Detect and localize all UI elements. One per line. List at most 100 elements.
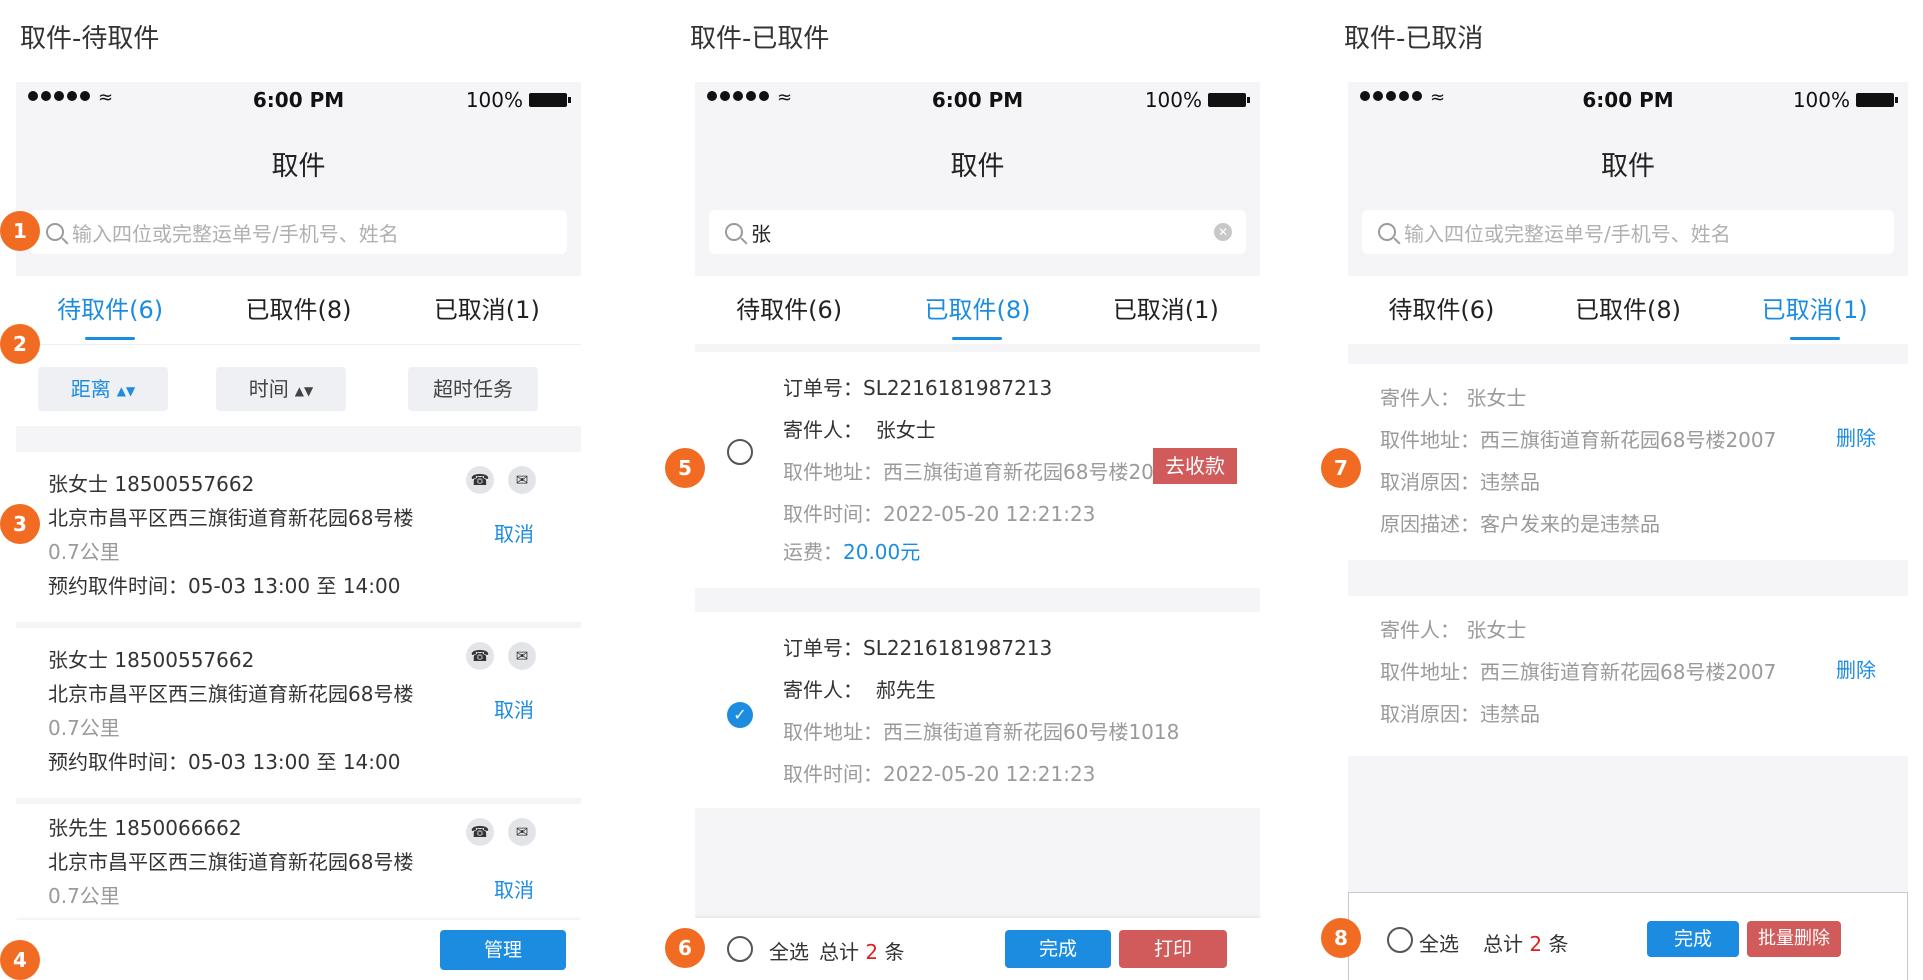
search-value: 张 [751, 221, 771, 246]
search-icon [725, 223, 743, 241]
search-input[interactable]: 输入四位或完整运单号/手机号、姓名 [1362, 210, 1894, 254]
order-sender: 寄件人： 郝先生 [783, 674, 936, 703]
order-address: 取件地址：西三旗街道育新花园68号楼2007 [1380, 660, 1777, 684]
step-badge: 5 [665, 448, 705, 488]
search-input[interactable]: 张 ✕ [709, 210, 1246, 254]
order-address: 取件地址：西三旗街道育新花园60号楼1018 [783, 720, 1180, 744]
order-distance: 0.7公里 [48, 884, 120, 908]
message-icon[interactable]: ✉ [508, 818, 536, 846]
step-badge: 4 [0, 940, 40, 980]
order-contact: 张女士 18500557662 [48, 648, 255, 672]
filter-time-label: 时间 [248, 377, 289, 401]
done-button[interactable]: 完成 [1647, 921, 1739, 957]
order-contact: 张先生 1850066662 [48, 816, 242, 840]
order-address: 北京市昌平区西三旗街道育新花园68号楼 [48, 682, 414, 706]
filter-distance-button[interactable]: 距离 ▲▼ [38, 367, 168, 411]
collect-payment-button[interactable]: 去收款 [1153, 448, 1237, 484]
section-title-picked: 取件-已取件 [690, 24, 830, 54]
tab-bar: 待取件(6) 已取件(8) 已取消(1) [16, 276, 581, 344]
sender-name: 郝先生 [875, 678, 936, 702]
sender-name: 张女士 [875, 418, 936, 442]
total-count: 总计 2 条 [819, 936, 904, 965]
battery-indicator: 100% [1145, 88, 1250, 112]
cancelled-order-card[interactable]: 寄件人： 张女士 取件地址：西三旗街道育新花园68号楼2007 取消原因：违禁品… [1348, 596, 1908, 756]
order-sender: 寄件人： 张女士 [1380, 618, 1527, 642]
tab-picked[interactable]: 已取件(8) [1535, 276, 1722, 344]
step-badge: 7 [1321, 448, 1361, 488]
step-badge: 8 [1321, 918, 1361, 958]
search-icon [1378, 223, 1396, 241]
phone-pending: ≈ 6:00 PM 100% 取件 输入四位或完整运单号/手机号、姓名 待取件(… [16, 82, 581, 980]
batch-delete-button[interactable]: 批量删除 [1747, 921, 1841, 957]
tab-pending[interactable]: 待取件(6) [1348, 276, 1535, 344]
order-select-radio-checked[interactable]: ✓ [727, 702, 753, 728]
phone-cancelled: ≈ 6:00 PM 100% 取件 输入四位或完整运单号/手机号、姓名 待取件(… [1348, 82, 1908, 980]
step-badge: 3 [0, 504, 40, 544]
order-select-radio[interactable] [727, 439, 753, 465]
battery-icon [1208, 93, 1250, 107]
status-bar: ≈ 6:00 PM 100% [695, 82, 1260, 118]
tab-picked[interactable]: 已取件(8) [883, 276, 1071, 344]
total-count: 总计 2 条 [1483, 928, 1568, 957]
filter-timeout-button[interactable]: 超时任务 [408, 367, 538, 411]
search-input[interactable]: 输入四位或完整运单号/手机号、姓名 [30, 210, 567, 254]
cancel-order-button[interactable]: 取消 [494, 518, 534, 547]
bottom-bar: 全选 总计 2 条 完成 批量删除 [1348, 892, 1908, 980]
message-icon[interactable]: ✉ [508, 642, 536, 670]
cancel-order-button[interactable]: 取消 [494, 694, 534, 723]
section-title-cancelled: 取件-已取消 [1344, 24, 1484, 54]
tab-cancelled[interactable]: 已取消(1) [393, 276, 581, 344]
status-bar: ≈ 6:00 PM 100% [16, 82, 581, 118]
order-card[interactable]: ✓ 订单号：SL2216181987213 寄件人： 郝先生 取件地址：西三旗街… [695, 612, 1260, 808]
phone-picked: ≈ 6:00 PM 100% 取件 张 ✕ 待取件(6) 已取件(8) 已取消(… [695, 82, 1260, 980]
order-card[interactable]: 张女士 18500557662 北京市昌平区西三旗街道育新花园68号楼 0.7公… [16, 628, 581, 798]
sort-icon: ▲▼ [294, 383, 314, 398]
order-address: 取件地址：西三旗街道育新花园68号楼2007 [1380, 428, 1777, 452]
tab-pending[interactable]: 待取件(6) [695, 276, 883, 344]
search-placeholder: 输入四位或完整运单号/手机号、姓名 [72, 221, 399, 246]
select-all-radio[interactable] [1387, 927, 1413, 953]
step-badge: 2 [0, 324, 40, 364]
manage-button[interactable]: 管理 [440, 930, 566, 970]
step-badge: 6 [665, 928, 705, 968]
cancel-order-button[interactable]: 取消 [494, 874, 534, 903]
filter-bar: 距离 ▲▼ 时间 ▲▼ 超时任务 [16, 344, 581, 426]
bottom-bar: 管理 [16, 920, 581, 980]
search-icon [46, 223, 64, 241]
select-all-label[interactable]: 全选 [769, 936, 809, 965]
delete-order-button[interactable]: 删除 [1836, 422, 1876, 451]
filter-time-button[interactable]: 时间 ▲▼ [216, 367, 346, 411]
order-distance: 0.7公里 [48, 716, 120, 740]
tab-pending[interactable]: 待取件(6) [16, 276, 204, 344]
done-button[interactable]: 完成 [1005, 930, 1111, 968]
order-card[interactable]: 张女士 18500557662 北京市昌平区西三旗街道育新花园68号楼 0.7公… [16, 452, 581, 622]
order-address: 北京市昌平区西三旗街道育新花园68号楼 [48, 506, 414, 530]
fee-label: 运费： [783, 540, 843, 564]
tab-cancelled[interactable]: 已取消(1) [1072, 276, 1260, 344]
cancel-reason: 取消原因：违禁品 [1380, 470, 1540, 494]
phone-icon[interactable]: ☎ [466, 642, 494, 670]
cancel-description: 原因描述：客户发来的是违禁品 [1380, 512, 1660, 536]
bottom-bar: 全选 总计 2 条 完成 打印 [695, 918, 1260, 980]
print-button[interactable]: 打印 [1119, 930, 1227, 968]
select-all-radio[interactable] [727, 936, 753, 962]
sort-icon: ▲▼ [116, 383, 136, 398]
message-icon[interactable]: ✉ [508, 466, 536, 494]
select-all-label[interactable]: 全选 [1419, 928, 1459, 957]
phone-icon[interactable]: ☎ [466, 466, 494, 494]
cancelled-order-card[interactable]: 寄件人： 张女士 取件地址：西三旗街道育新花园68号楼2007 取消原因：违禁品… [1348, 364, 1908, 560]
clear-icon[interactable]: ✕ [1214, 223, 1232, 241]
tab-picked[interactable]: 已取件(8) [204, 276, 392, 344]
filter-distance-label: 距离 [70, 377, 111, 401]
battery-text: 100% [1792, 88, 1850, 112]
tab-cancelled[interactable]: 已取消(1) [1721, 276, 1908, 344]
order-address: 取件地址：西三旗街道育新花园68号楼2007 [783, 460, 1180, 484]
order-card[interactable]: 订单号：SL2216181987213 寄件人： 张女士 取件地址：西三旗街道育… [695, 352, 1260, 588]
sender-label: 寄件人： [783, 678, 863, 702]
battery-icon [1856, 93, 1898, 107]
page-title: 取件 [271, 151, 326, 182]
delete-order-button[interactable]: 删除 [1836, 654, 1876, 683]
cancel-reason: 取消原因：违禁品 [1380, 702, 1540, 726]
phone-icon[interactable]: ☎ [466, 818, 494, 846]
total-suffix: 条 [884, 940, 905, 964]
